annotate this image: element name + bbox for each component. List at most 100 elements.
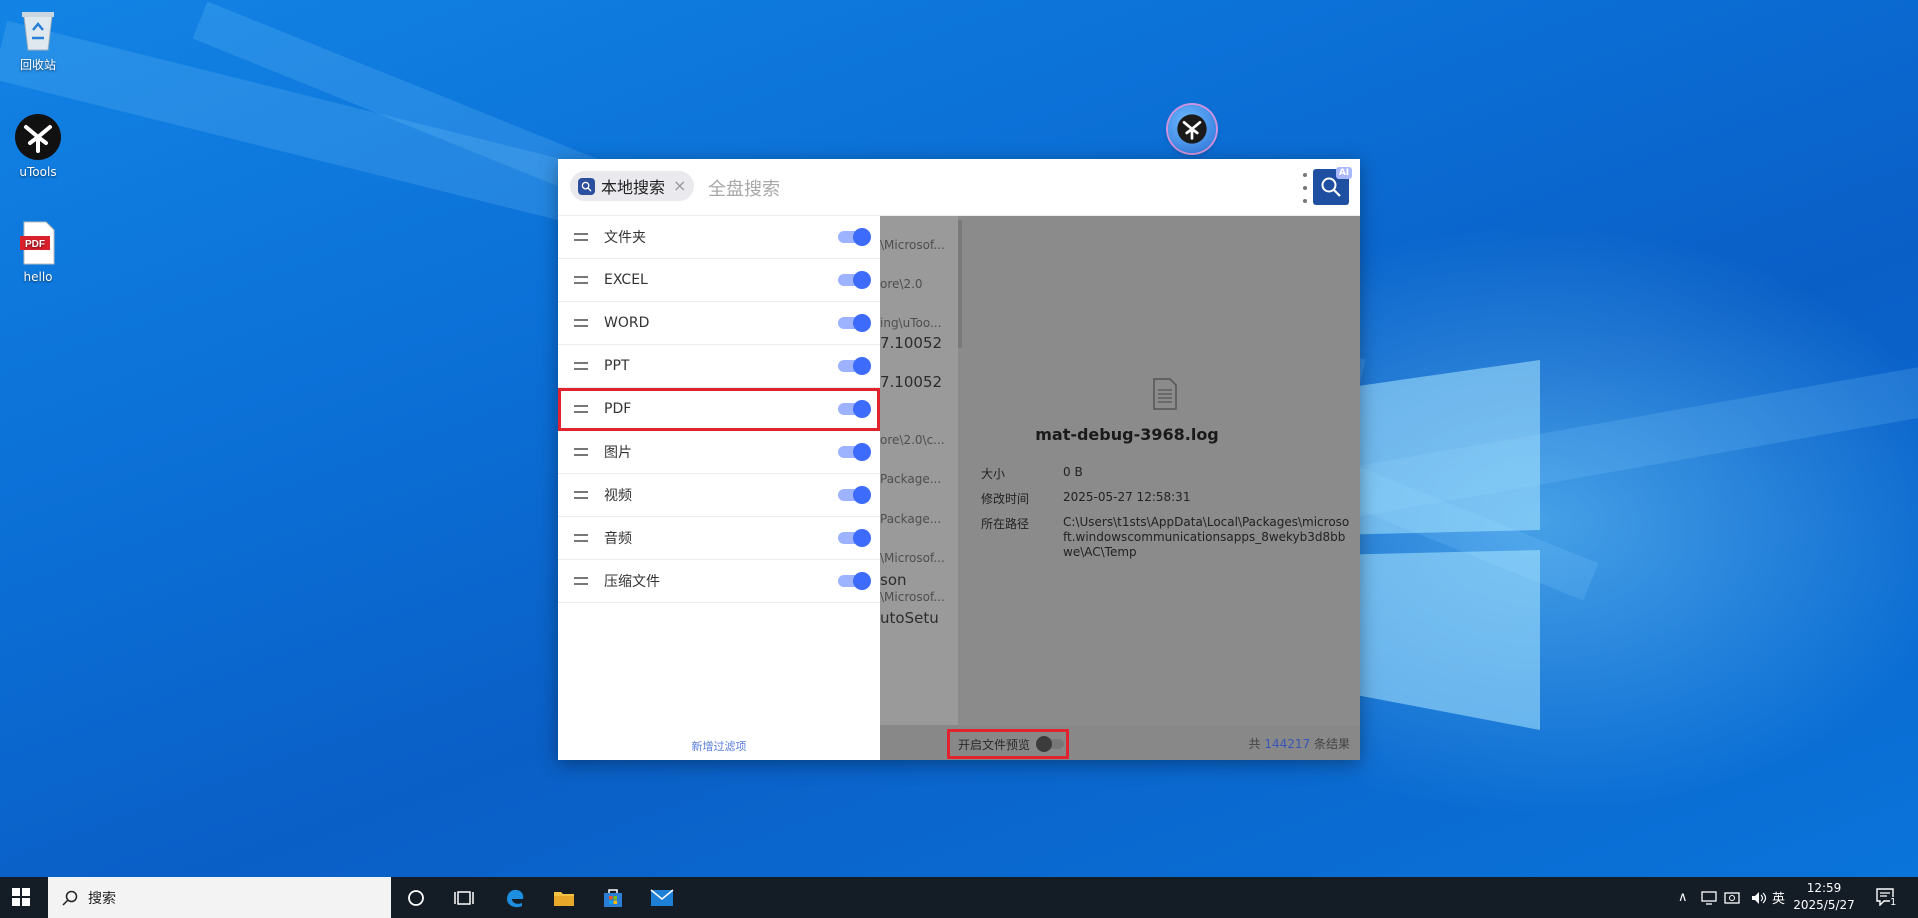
drag-handle-icon[interactable]: [574, 577, 588, 585]
result-item[interactable]: \Microsof...: [880, 238, 945, 252]
result-item[interactable]: ing\uToo...: [880, 316, 941, 330]
filter-toggle[interactable]: [838, 443, 871, 461]
drag-handle-icon[interactable]: [574, 233, 588, 241]
edge-browser-icon[interactable]: [502, 885, 528, 911]
taskbar-clock[interactable]: 12:59 2025/5/27: [1788, 880, 1860, 914]
search-header: 本地搜索 × 全盘搜索 AI: [558, 159, 1360, 216]
filter-toggle[interactable]: [838, 314, 871, 332]
drag-handle-icon[interactable]: [574, 276, 588, 284]
file-preview-pane: mat-debug-3968.log 大小 0 B 修改时间 2025-05-2…: [962, 216, 1360, 760]
filter-item-ppt[interactable]: PPT: [558, 345, 880, 388]
mail-icon[interactable]: [649, 885, 675, 911]
size-value: 0 B: [1063, 465, 1083, 479]
cortana-icon[interactable]: [403, 885, 429, 911]
drag-handle-icon[interactable]: [574, 405, 588, 413]
ime-indicator[interactable]: 英: [1772, 877, 1785, 918]
count-prefix: 共: [1248, 737, 1261, 751]
modified-value: 2025-05-27 12:58:31: [1063, 490, 1191, 504]
file-preview-toggle-highlight[interactable]: 开启文件预览: [947, 729, 1069, 759]
filter-item-archive[interactable]: 压缩文件: [558, 560, 880, 603]
results-area: \Microsof... ore\2.0 ing\uToo... 7.10052…: [880, 216, 1360, 760]
volume-icon[interactable]: [1750, 877, 1768, 918]
search-icon: [1321, 177, 1341, 197]
scope-chip[interactable]: 本地搜索 ×: [570, 171, 694, 201]
filter-item-image[interactable]: 图片: [558, 431, 880, 474]
drag-handle-icon[interactable]: [574, 534, 588, 542]
filter-toggle[interactable]: [838, 400, 871, 418]
preview-file-name: mat-debug-3968.log: [1035, 425, 1219, 444]
windows-start-icon[interactable]: [12, 888, 30, 906]
file-explorer-icon[interactable]: [551, 885, 577, 911]
desktop-icon-recycle-bin[interactable]: 回收站: [0, 6, 76, 73]
result-item[interactable]: ore\2.0: [880, 277, 923, 291]
filter-toggle[interactable]: [838, 529, 871, 547]
desktop-icon-hello-pdf[interactable]: PDF hello: [0, 220, 76, 284]
tray-overflow-icon[interactable]: ∧: [1678, 877, 1688, 918]
status-bar: 开启文件预览 共 144217 条结果: [880, 725, 1360, 760]
result-list[interactable]: \Microsof... ore\2.0 ing\uToo... 7.10052…: [880, 216, 958, 760]
more-options-icon[interactable]: [1302, 173, 1308, 203]
utools-icon: [1177, 114, 1207, 144]
filter-toggle[interactable]: [838, 228, 871, 246]
battery-sync-icon[interactable]: [1724, 877, 1742, 918]
search-icon: [578, 177, 595, 195]
size-label: 大小: [981, 467, 1006, 481]
network-icon[interactable]: [1700, 877, 1718, 918]
filter-toggle[interactable]: [838, 357, 871, 375]
filter-label: 文件夹: [604, 230, 646, 246]
filter-label: 音频: [604, 531, 632, 547]
filter-label: WORD: [604, 315, 650, 331]
result-item[interactable]: 7.10052: [880, 334, 942, 352]
drag-handle-icon[interactable]: [574, 491, 588, 499]
modified-label: 修改时间: [981, 492, 1030, 506]
filter-label: 压缩文件: [604, 574, 660, 590]
filter-toggle[interactable]: [838, 486, 871, 504]
close-icon[interactable]: ×: [673, 178, 686, 194]
result-item[interactable]: utoSetu: [880, 609, 939, 627]
filter-panel: 文件夹 EXCEL WORD PPT PDF 图片 视频 音频 压缩文件 新增过…: [558, 216, 880, 760]
filter-item-audio[interactable]: 音频: [558, 517, 880, 560]
result-item[interactable]: ore\2.0\c...: [880, 433, 945, 447]
result-item[interactable]: son: [880, 571, 907, 589]
result-count: 共 144217 条结果: [1249, 735, 1351, 752]
result-item[interactable]: \Microsof...: [880, 590, 945, 604]
preview-toggle[interactable]: [1036, 736, 1065, 752]
microsoft-store-icon[interactable]: [600, 885, 626, 911]
svg-text:PDF: PDF: [25, 239, 45, 250]
add-filter-link[interactable]: 新增过滤项: [558, 738, 880, 754]
desktop-icon-label: uTools: [19, 165, 57, 179]
scope-chip-label: 本地搜索: [601, 178, 666, 197]
task-view-icon[interactable]: [451, 885, 477, 911]
filter-item-excel[interactable]: EXCEL: [558, 259, 880, 302]
filter-toggle[interactable]: [838, 271, 871, 289]
document-icon: [1153, 378, 1177, 410]
utools-floating-ball[interactable]: [1168, 105, 1216, 153]
result-item[interactable]: Package...: [880, 512, 941, 526]
filter-toggle[interactable]: [838, 572, 871, 590]
clock-time: 12:59: [1806, 881, 1842, 895]
filter-item-pdf[interactable]: PDF: [558, 388, 880, 431]
filter-label: PPT: [604, 358, 630, 374]
filter-label: 图片: [604, 445, 632, 461]
search-input[interactable]: 全盘搜索: [708, 175, 780, 201]
result-item[interactable]: 7.10052: [880, 373, 942, 391]
taskbar-search-box[interactable]: 搜索: [48, 877, 391, 918]
taskbar-search-placeholder: 搜索: [88, 890, 116, 907]
drag-handle-icon[interactable]: [574, 448, 588, 456]
drag-handle-icon[interactable]: [574, 362, 588, 370]
taskbar: 搜索 ∧ 英 12:59 2025/5/27 1: [0, 877, 1918, 918]
path-label: 所在路径: [981, 517, 1030, 531]
filter-item-folder[interactable]: 文件夹: [558, 216, 880, 259]
desktop-icon-label: hello: [23, 270, 53, 284]
filter-item-video[interactable]: 视频: [558, 474, 880, 517]
result-item[interactable]: Package...: [880, 472, 941, 486]
filter-item-word[interactable]: WORD: [558, 302, 880, 345]
notification-count: 1: [1890, 897, 1897, 908]
utools-icon: [15, 114, 61, 160]
result-item[interactable]: \Microsof...: [880, 551, 945, 565]
utools-file-search-window: 本地搜索 × 全盘搜索 AI 文件夹 EXCEL WORD PPT PDF 图片…: [558, 159, 1360, 760]
drag-handle-icon[interactable]: [574, 319, 588, 327]
filter-label: EXCEL: [604, 272, 648, 288]
path-value: C:\Users\t1sts\AppData\Local\Packages\mi…: [1063, 515, 1350, 559]
desktop-icon-utools[interactable]: uTools: [0, 113, 76, 179]
